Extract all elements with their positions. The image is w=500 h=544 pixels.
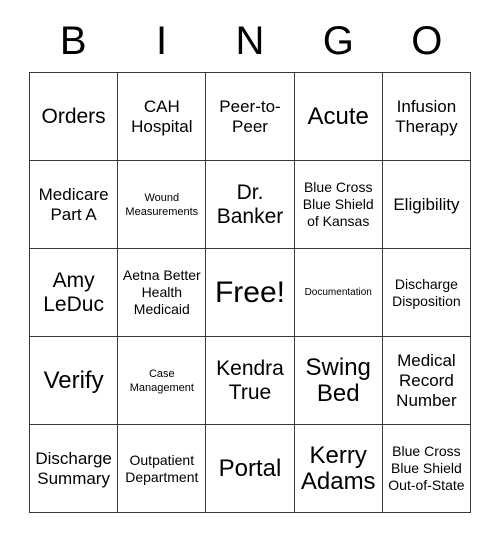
bingo-cell-label: Blue Cross Blue Shield Out-of-State [388, 443, 465, 493]
bingo-cell-o2[interactable]: Eligibility [382, 161, 472, 249]
bingo-cell-label: Blue Cross Blue Shield of Kansas [302, 179, 374, 229]
bingo-cell-o4[interactable]: Medical Record Number [382, 337, 472, 425]
bingo-cell-label: Acute [307, 102, 369, 130]
bingo-header-letter-o: O [411, 19, 443, 63]
bingo-cell-label: Infusion Therapy [395, 96, 458, 136]
bingo-cell-free-space[interactable]: Free! [206, 249, 295, 337]
bingo-cell-b2[interactable]: Medicare Part A [30, 161, 119, 249]
bingo-cell-label: Peer-to-Peer [219, 96, 281, 136]
bingo-cell-g2[interactable]: Blue Cross Blue Shield of Kansas [294, 161, 383, 249]
bingo-cell-label: Discharge Summary [35, 448, 112, 488]
bingo-cell-i5[interactable]: Outpatient Department [118, 425, 207, 513]
bingo-header-letter-i: I [156, 19, 168, 63]
bingo-cell-label: Eligibility [393, 194, 460, 214]
bingo-cell-n2[interactable]: Dr. Banker [206, 161, 295, 249]
bingo-cell-label: Kendra True [216, 356, 284, 404]
bingo-cell-b1[interactable]: Orders [30, 73, 119, 161]
bingo-cell-label: Case Management [129, 367, 194, 394]
bingo-grid: Orders CAH Hospital Peer-to-Peer Acute I… [29, 72, 472, 513]
bingo-cell-label: Verify [43, 366, 104, 394]
bingo-cell-label: Free! [214, 276, 286, 309]
bingo-cell-label: Swing Bed [305, 353, 371, 407]
bingo-cell-o1[interactable]: Infusion Therapy [382, 73, 472, 161]
bingo-cell-label: Documentation [304, 286, 372, 298]
bingo-header-letter-g: G [322, 19, 354, 63]
bingo-cell-n1[interactable]: Peer-to-Peer [206, 73, 295, 161]
bingo-row: Medicare Part A Wound Measurements Dr. B… [30, 161, 472, 249]
bingo-cell-i1[interactable]: CAH Hospital [118, 73, 207, 161]
bingo-cell-g3[interactable]: Documentation [294, 249, 383, 337]
bingo-cell-n4[interactable]: Kendra True [206, 337, 295, 425]
bingo-cell-b5[interactable]: Discharge Summary [30, 425, 119, 513]
bingo-card: B I N G O Orders CAH Hospital Peer-to-Pe… [29, 10, 472, 513]
bingo-cell-label: Discharge Disposition [392, 275, 461, 309]
bingo-cell-label: Medical Record Number [396, 350, 457, 410]
bingo-cell-label: Portal [218, 454, 282, 482]
bingo-row: Verify Case Management Kendra True Swing… [30, 337, 472, 425]
bingo-cell-label: Dr. Banker [216, 180, 284, 228]
bingo-cell-i4[interactable]: Case Management [118, 337, 207, 425]
bingo-cell-label: Medicare Part A [38, 184, 109, 224]
bingo-row: Amy LeDuc Aetna Better Health Medicaid F… [30, 249, 472, 337]
bingo-cell-label: Kerry Adams [300, 441, 376, 495]
bingo-cell-b4[interactable]: Verify [30, 337, 119, 425]
bingo-cell-label: Orders [41, 104, 106, 128]
bingo-cell-o3[interactable]: Discharge Disposition [382, 249, 472, 337]
bingo-cell-label: Aetna Better Health Medicaid [122, 267, 201, 317]
bingo-header-letter-n: N [235, 19, 265, 63]
bingo-cell-g5[interactable]: Kerry Adams [294, 425, 383, 513]
bingo-cell-n5[interactable]: Portal [206, 425, 295, 513]
bingo-cell-o5[interactable]: Blue Cross Blue Shield Out-of-State [382, 425, 472, 513]
bingo-header-letter-b: B [59, 19, 87, 63]
bingo-cell-b3[interactable]: Amy LeDuc [30, 249, 119, 337]
bingo-cell-g4[interactable]: Swing Bed [294, 337, 383, 425]
bingo-cell-label: Wound Measurements [125, 191, 199, 218]
bingo-row: Discharge Summary Outpatient Department … [30, 425, 472, 513]
bingo-row: Orders CAH Hospital Peer-to-Peer Acute I… [30, 73, 472, 161]
bingo-cell-label: Outpatient Department [125, 451, 199, 485]
bingo-cell-i3[interactable]: Aetna Better Health Medicaid [118, 249, 207, 337]
bingo-cell-label: Amy LeDuc [43, 268, 104, 316]
bingo-header-row: B I N G O [29, 10, 471, 72]
bingo-cell-i2[interactable]: Wound Measurements [118, 161, 207, 249]
bingo-cell-label: CAH Hospital [131, 96, 193, 136]
bingo-cell-g1[interactable]: Acute [294, 73, 383, 161]
